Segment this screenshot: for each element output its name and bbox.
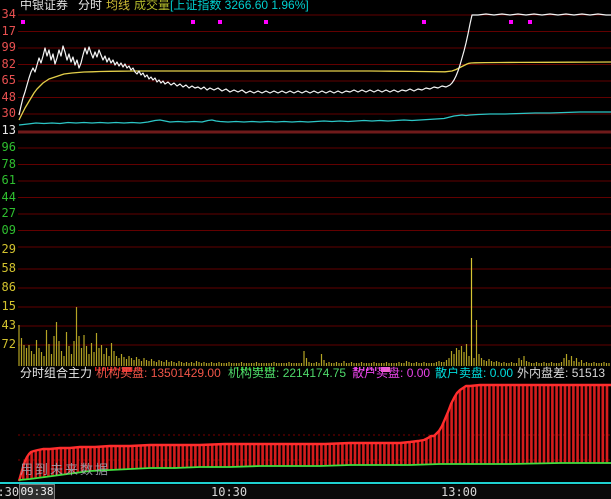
time-axis-label: 09:30 <box>0 485 19 499</box>
price-axis-label: 78 <box>0 158 16 170</box>
price-axis-label: 99 <box>0 41 16 53</box>
price-axis-label: 09 <box>0 224 16 236</box>
price-axis-label: 13 <box>0 124 16 136</box>
volume-axis-label: 15 <box>0 300 16 312</box>
indicator-title: 分时组合主力 <box>20 367 92 380</box>
price-axis-label: 44 <box>0 191 16 203</box>
time-axis-label: 10:30 <box>211 485 247 499</box>
price-axis-label: 82 <box>0 58 16 70</box>
net-flow-readout: 外内盘差: 51513 <box>517 367 605 380</box>
volume-axis-label: 72 <box>0 338 16 350</box>
time-cursor-badge: 09:38 <box>19 484 55 499</box>
volume-axis-label: 29 <box>0 243 16 255</box>
time-axis[interactable]: 09:30 10:30 13:00 09:38 <box>0 485 611 499</box>
volume-toggle-label[interactable]: 成交量 <box>134 0 170 12</box>
ma-toggle-label[interactable]: 均线 <box>106 0 130 12</box>
price-axis-label: 17 <box>0 25 16 37</box>
price-axis-label: 96 <box>0 141 16 153</box>
price-axis-label: 27 <box>0 207 16 219</box>
price-axis-label: 30 <box>0 107 16 119</box>
volume-axis-label: 58 <box>0 262 16 274</box>
volume-axis-label: 86 <box>0 281 16 293</box>
price-axis-label: 34 <box>0 8 16 20</box>
volume-axis-label: 43 <box>0 319 16 331</box>
intraday-chart-canvas[interactable] <box>0 0 611 499</box>
trading-app-window: 中银证券 分时 均线 成交量 [上证指数 3266.60 1.96%] 34 17… <box>0 0 611 499</box>
retail-sell-readout: 散户卖盘: 0.00 <box>435 367 513 380</box>
price-axis-label: 65 <box>0 74 16 86</box>
stock-name: 中银证券 <box>20 0 68 12</box>
retail-buy-readout: 散户买盘: 0.00 <box>352 367 430 380</box>
price-axis-label: 61 <box>0 174 16 186</box>
inst-buy-readout: 机构买盘: 13501429.00 <box>96 367 221 380</box>
mode-label-intraday[interactable]: 分时 <box>78 0 102 12</box>
price-axis-label: 48 <box>0 91 16 103</box>
index-quote-label[interactable]: [上证指数 3266.60 1.96%] <box>170 0 309 12</box>
indicator-status-row: 分时组合主力 机构买盘: 13501429.00 机构卖盘: 2214174.7… <box>0 367 611 380</box>
time-axis-label: 13:00 <box>441 485 477 499</box>
inst-sell-readout: 机构卖盘: 2214174.75 <box>228 367 346 380</box>
future-data-watermark: 用到未来数据 <box>20 459 110 478</box>
